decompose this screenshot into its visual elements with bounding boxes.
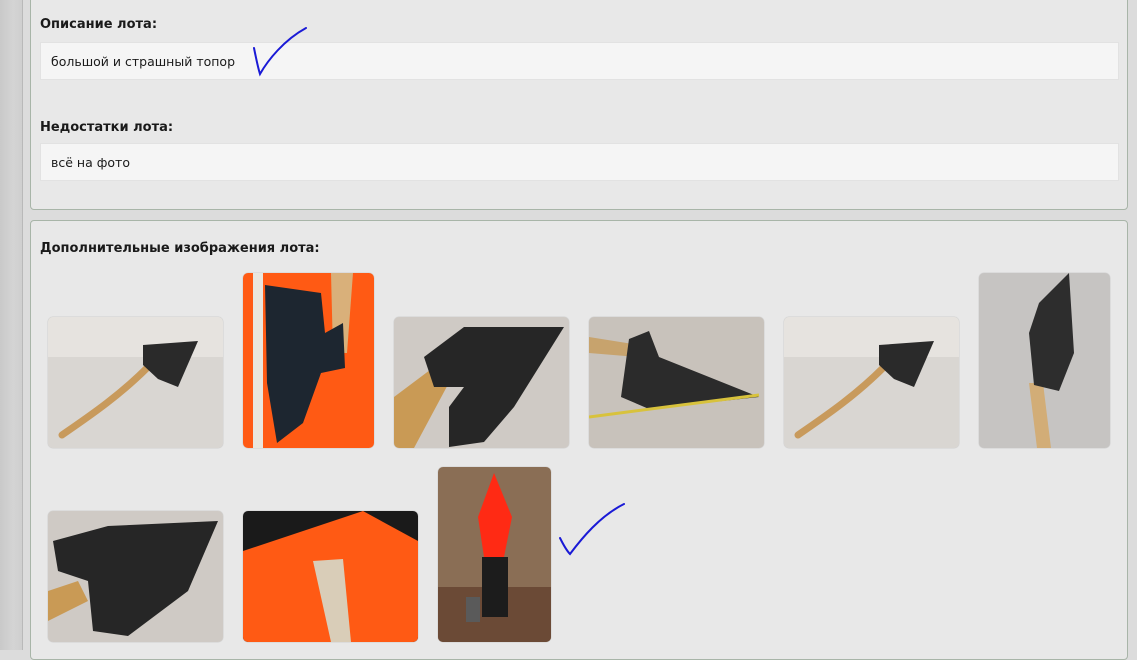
left-page-rail [0, 0, 23, 650]
thumbnail-1[interactable] [48, 317, 223, 448]
description-label: Описание лота: [40, 17, 158, 32]
thumbnail-2[interactable] [243, 273, 374, 448]
thumbnail-8[interactable] [243, 511, 418, 642]
thumbnail-5[interactable] [784, 317, 959, 448]
defects-field: всё на фото [40, 143, 1119, 181]
thumbnail-4[interactable] [589, 317, 764, 448]
description-field: большой и страшный топор [40, 42, 1119, 80]
lot-description-panel: Описание лота: большой и страшный топор … [30, 0, 1128, 210]
images-label: Дополнительные изображения лота: [40, 241, 320, 256]
defects-label: Недостатки лота: [40, 120, 174, 135]
thumbnail-9[interactable] [438, 467, 551, 642]
thumbnail-6[interactable] [979, 273, 1110, 448]
thumbnail-3[interactable] [394, 317, 569, 448]
thumbnail-7[interactable] [48, 511, 223, 642]
